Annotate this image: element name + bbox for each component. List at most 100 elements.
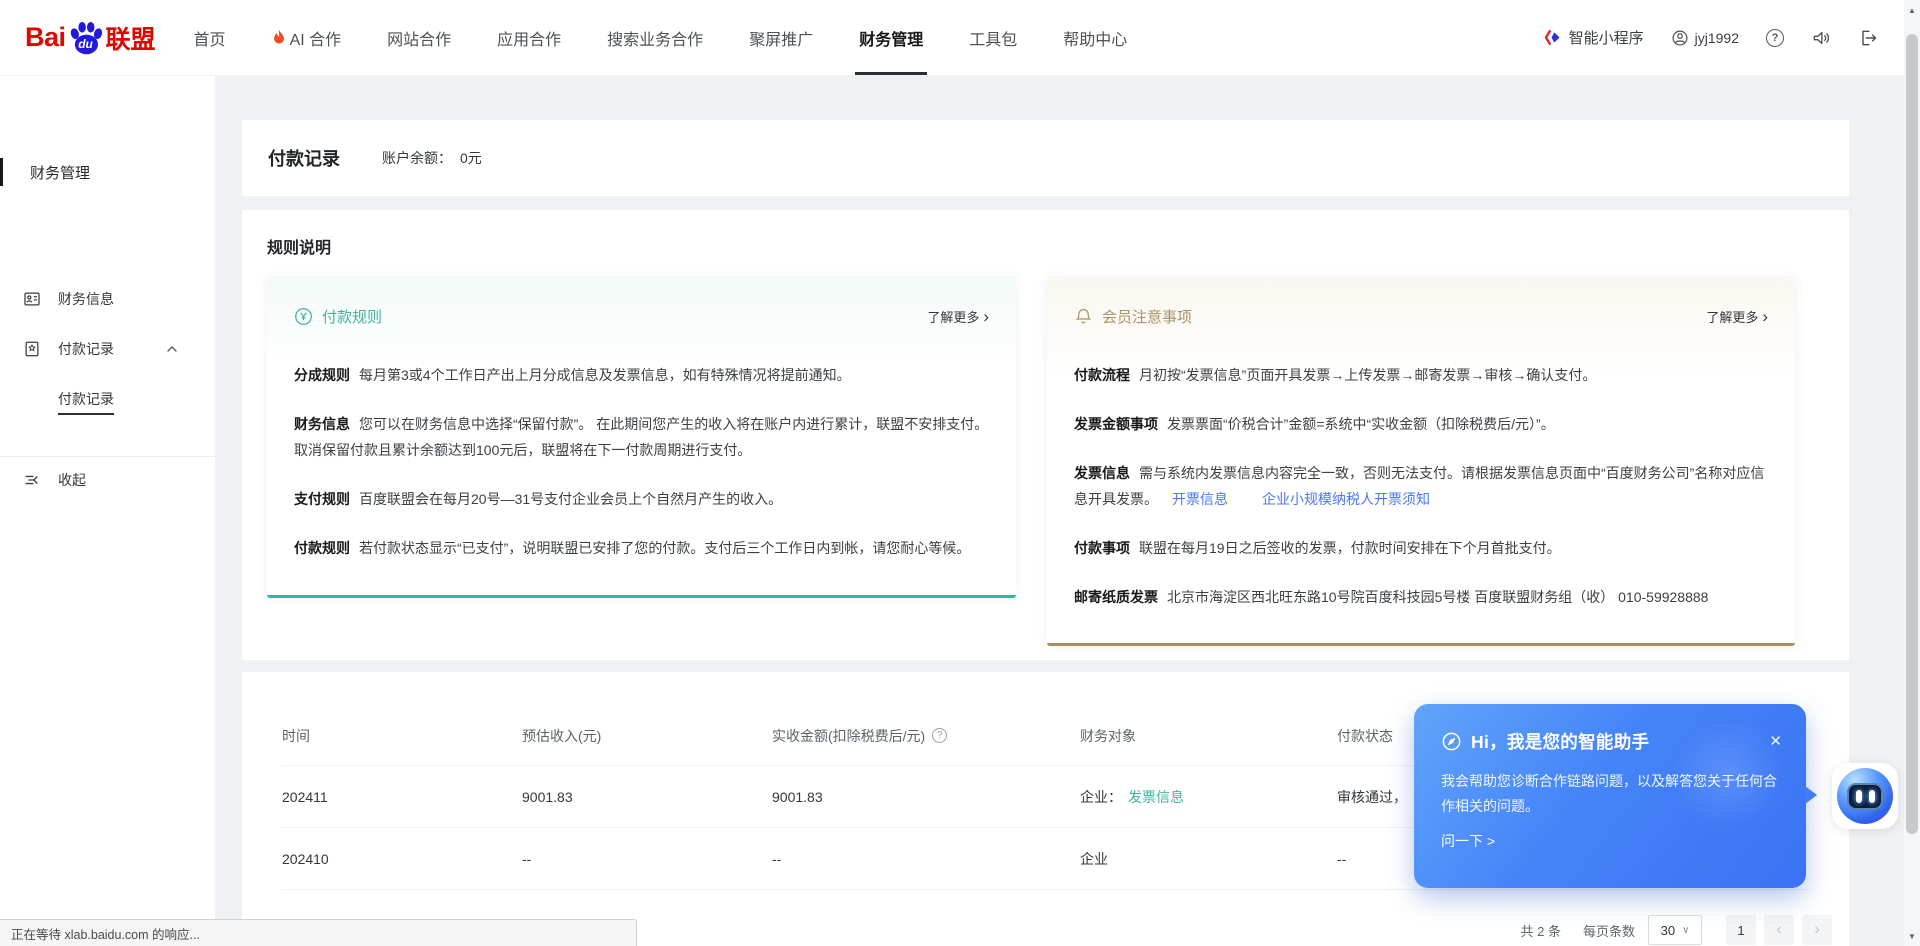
nav-label: 财务管理	[859, 26, 923, 50]
user-account[interactable]: jyj1992	[1671, 29, 1739, 47]
rule-label: 发票信息	[1074, 465, 1130, 481]
nav-label: 网站合作	[387, 26, 451, 50]
sidebar-item-finance-info[interactable]: 财务信息	[0, 285, 215, 313]
rules-section-title: 规则说明	[267, 234, 1824, 258]
rule-paragraph: 支付规则百度联盟会在每月20号—31号支付企业会员上个自然月产生的收入。	[294, 486, 989, 512]
sidebar-subitem-payment-records[interactable]: 付款记录	[0, 385, 215, 413]
nav-label: 搜索业务合作	[607, 26, 703, 50]
payment-rules-title: 付款规则	[322, 306, 382, 327]
baidu-union-logo[interactable]: Bai du 联盟	[25, 20, 156, 56]
rule-paragraph: 发票信息需与系统内发票信息内容完全一致，否则无法支付。请根据发票信息页面中“百度…	[1074, 460, 1768, 512]
nav-item-screen-promotion[interactable]: 聚屏推广	[749, 0, 813, 75]
compass-icon	[1441, 731, 1462, 752]
invoice-info-table-link[interactable]: 发票信息	[1128, 789, 1184, 805]
robot-face-icon	[1847, 783, 1883, 810]
sidebar-item-label: 财务信息	[58, 289, 114, 309]
collapse-sidebar-icon	[23, 471, 41, 489]
rule-label: 发票金额事项	[1074, 416, 1158, 432]
announcement-speaker-icon[interactable]	[1811, 28, 1831, 48]
rule-text: 北京市海淀区西北旺东路10号院百度科技园5号楼 百度联盟财务组（收） 010-5…	[1167, 589, 1708, 605]
help-icon[interactable]: ?	[1766, 29, 1784, 47]
sidebar-item-payment-records[interactable]: 付款记录	[0, 335, 215, 363]
rule-label: 分成规则	[294, 367, 350, 383]
rules-section-card: 规则说明 付款规则 了解更多 ›	[242, 210, 1849, 660]
cell-time: 202411	[282, 789, 522, 805]
column-header-time: 时间	[282, 726, 522, 746]
next-page-button[interactable]: ›	[1802, 915, 1832, 945]
topnav-right-tools: 智能小程序 jyj1992 ?	[1544, 27, 1878, 48]
sidebar: 财务管理 财务信息 付款记录 付款记录	[0, 76, 215, 946]
username: jyj1992	[1695, 30, 1739, 46]
collapse-label: 收起	[58, 470, 86, 490]
payment-records-icon	[23, 340, 41, 358]
scrollbar-thumb[interactable]	[1906, 34, 1918, 834]
scroll-down-arrow[interactable]: ▼	[1904, 928, 1920, 944]
rule-text: 百度联盟会在每月20号—31号支付企业会员上个自然月产生的收入。	[359, 491, 782, 507]
rule-text: 月初按“发票信息”页面开具发票→上传发票→邮寄发票→审核→确认支付。	[1139, 367, 1596, 383]
nav-item-finance-management[interactable]: 财务管理	[859, 0, 923, 75]
sidebar-divider	[0, 456, 215, 457]
rule-paragraph: 分成规则每月第3或4个工作日产出上月分成信息及发票信息，如有特殊情况将提前通知。	[294, 362, 989, 388]
page-header-card: 付款记录 账户余额： 0元	[242, 120, 1849, 196]
nav-item-ai-cooperation[interactable]: AI 合作	[272, 0, 342, 75]
flame-icon	[272, 29, 286, 46]
sidebar-collapse-button[interactable]: 收起	[0, 466, 215, 494]
cell-actual: 9001.83	[772, 789, 1080, 805]
sidebar-title-label: 财务管理	[30, 162, 90, 183]
rule-label: 财务信息	[294, 416, 350, 432]
member-notices-more-link[interactable]: 了解更多 ›	[1706, 307, 1768, 326]
chevron-down-icon: ∨	[1682, 925, 1689, 936]
scroll-up-arrow[interactable]: ▲	[1904, 2, 1920, 18]
sidebar-subitem-label: 付款记录	[58, 391, 114, 415]
nav-item-app-cooperation[interactable]: 应用合作	[497, 0, 561, 75]
assistant-title: Hi，我是您的智能助手	[1471, 729, 1649, 754]
robot-eye	[1856, 790, 1862, 803]
nav-label: 首页	[194, 26, 226, 50]
rule-paragraph: 财务信息您可以在财务信息中选择“保留付款”。 在此期间您产生的收入将在账户内进行…	[294, 411, 989, 463]
payment-rules-more-link[interactable]: 了解更多 ›	[927, 307, 989, 326]
close-icon[interactable]: ✕	[1769, 734, 1782, 749]
assistant-robot-button[interactable]	[1832, 763, 1898, 829]
cell-actual: --	[772, 851, 1080, 867]
cell-finance-type: 企业：	[1080, 789, 1122, 805]
previous-page-button[interactable]: ‹	[1764, 915, 1794, 945]
browser-scrollbar[interactable]: ▲ ▼	[1904, 0, 1920, 946]
small-taxpayer-notice-link[interactable]: 企业小规模纳税人开票须知	[1262, 491, 1430, 507]
chevron-right-icon: ›	[1762, 310, 1768, 323]
nav-item-help-center[interactable]: 帮助中心	[1063, 0, 1127, 75]
mini-program-entry[interactable]: 智能小程序	[1544, 27, 1644, 48]
per-page-select[interactable]: 30 ∨	[1648, 915, 1702, 945]
nav-item-website-cooperation[interactable]: 网站合作	[387, 0, 451, 75]
chevron-right-icon: ›	[983, 310, 989, 323]
top-navigation: Bai du 联盟 首页 AI	[0, 0, 1904, 76]
bell-icon	[1074, 307, 1093, 326]
account-balance-value: 0元	[460, 148, 482, 168]
column-help-icon[interactable]: ?	[932, 728, 947, 743]
cell-estimated: --	[522, 851, 772, 867]
logo-text-union: 联盟	[106, 20, 156, 56]
page-number-button[interactable]: 1	[1726, 915, 1756, 945]
rule-paragraph: 发票金额事项发票票面“价税合计”金额=系统中“实收金额（扣除税费后/元）”。	[1074, 411, 1768, 437]
sidebar-item-label: 付款记录	[58, 339, 114, 359]
invoice-info-link[interactable]: 开票信息	[1172, 491, 1228, 507]
nav-item-home[interactable]: 首页	[194, 0, 226, 75]
rule-text: 若付款状态显示“已支付”，说明联盟已安排了您的付款。支付后三个工作日内到帐，请您…	[359, 540, 970, 556]
ask-now-link[interactable]: 问一下 >	[1414, 819, 1806, 851]
user-icon	[1671, 29, 1689, 47]
nav-label: 聚屏推广	[749, 26, 813, 50]
rule-paragraph: 付款规则若付款状态显示“已支付”，说明联盟已安排了您的付款。支付后三个工作日内到…	[294, 535, 989, 561]
cell-finance-type: 企业	[1080, 851, 1108, 867]
per-page-value: 30	[1661, 923, 1675, 938]
nav-item-toolkit[interactable]: 工具包	[969, 0, 1017, 75]
logo-text-bai: Bai	[25, 22, 66, 53]
payment-rules-card: 付款规则 了解更多 › 分成规则每月第3或4个工作日产出上月分成信息及发票信息，…	[267, 278, 1016, 598]
pagination-total: 共 2 条	[1521, 921, 1561, 940]
cell-time: 202410	[282, 851, 522, 867]
page-title: 付款记录	[268, 145, 340, 171]
rule-paragraph: 邮寄纸质发票北京市海淀区西北旺东路10号院百度科技园5号楼 百度联盟财务组（收）…	[1074, 584, 1768, 610]
nav-item-search-cooperation[interactable]: 搜索业务合作	[607, 0, 703, 75]
nav-menu: 首页 AI 合作 网站合作 应用合作 搜索业务合作 聚屏推广 财务管理 工具包	[194, 0, 1128, 75]
assistant-message: 我会帮助您诊断合作链路问题，以及解答您关于任何合作相关的问题。	[1414, 754, 1806, 819]
baidu-paw-icon: du	[67, 20, 105, 56]
logout-icon[interactable]	[1858, 28, 1878, 48]
